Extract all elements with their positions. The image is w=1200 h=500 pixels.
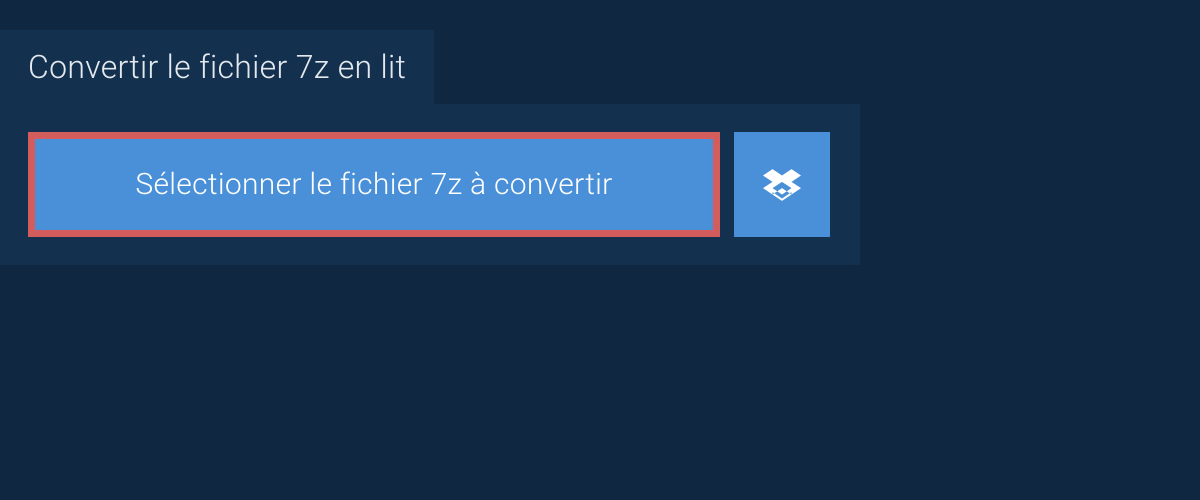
dropbox-icon <box>763 166 801 204</box>
tab-convert[interactable]: Convertir le fichier 7z en lit <box>0 30 434 104</box>
button-row: Sélectionner le fichier 7z à convertir <box>28 132 832 237</box>
tab-bar: Convertir le fichier 7z en lit <box>0 0 1200 104</box>
tab-label: Convertir le fichier 7z en lit <box>28 48 406 86</box>
content-panel: Sélectionner le fichier 7z à convertir <box>0 104 860 265</box>
dropbox-button[interactable] <box>734 132 830 237</box>
select-file-label: Sélectionner le fichier 7z à convertir <box>135 167 612 202</box>
select-file-button[interactable]: Sélectionner le fichier 7z à convertir <box>28 132 720 237</box>
